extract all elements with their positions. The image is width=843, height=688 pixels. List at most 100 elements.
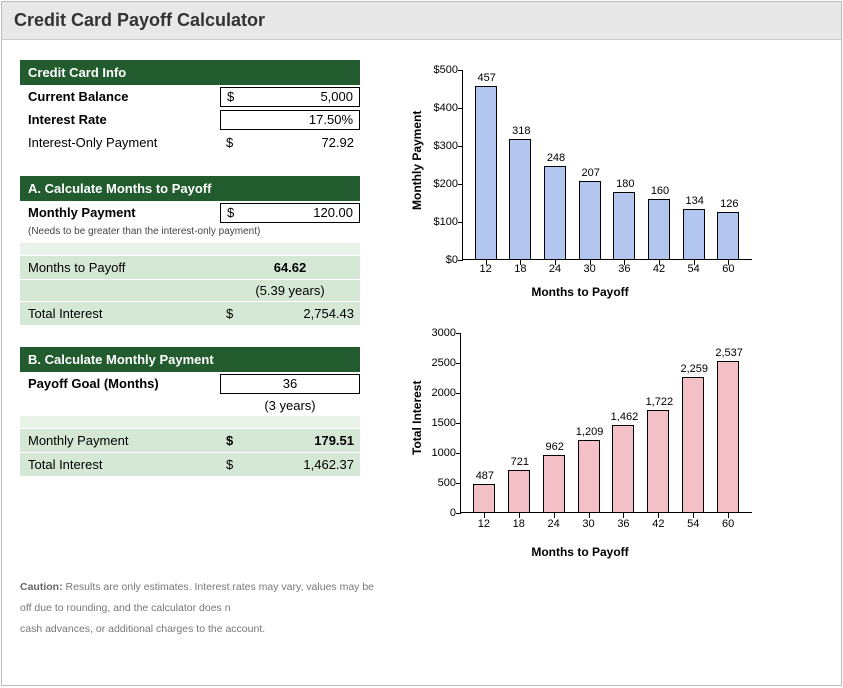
- b-payment-label: Monthly Payment: [20, 429, 220, 452]
- bar: [682, 377, 704, 513]
- ytick: $100: [428, 216, 458, 228]
- row-b-goal: Payoff Goal (Months) 36: [20, 372, 360, 395]
- row-b-years: (3 years): [20, 395, 360, 416]
- xtick: 36: [613, 518, 633, 530]
- bar: [648, 199, 670, 260]
- xtick: 30: [579, 518, 599, 530]
- bar-label: 1,722: [643, 396, 675, 408]
- a-months-label: Months to Payoff: [20, 256, 220, 279]
- chart0-ylabel: Monthly Payment: [410, 111, 424, 210]
- ytick: $300: [428, 140, 458, 152]
- bar-label: 721: [504, 456, 536, 468]
- bar-label: 207: [575, 167, 607, 179]
- xtick: 60: [718, 518, 738, 530]
- bar: [612, 425, 634, 513]
- row-b-payment: Monthly Payment $ 179.51: [20, 428, 360, 452]
- page-title: Credit Card Payoff Calculator: [14, 10, 829, 31]
- title-bar: Credit Card Payoff Calculator: [2, 2, 841, 40]
- bar-label: 457: [471, 72, 503, 84]
- bar-label: 248: [540, 152, 572, 164]
- bar: [543, 455, 565, 513]
- a-months-value: 64.62: [220, 257, 360, 278]
- balance-input[interactable]: $ 5,000: [220, 87, 360, 107]
- bar: [613, 192, 635, 260]
- bar-label: 318: [505, 125, 537, 137]
- bar: [579, 181, 601, 260]
- bar: [509, 139, 531, 260]
- ytick: 1500: [428, 417, 456, 429]
- b-years-value: (3 years): [220, 395, 360, 416]
- row-a-payment: Monthly Payment $ 120.00: [20, 201, 360, 224]
- row-a-years: (5.39 years): [20, 279, 360, 301]
- bar: [717, 212, 739, 260]
- chart0-xlabel: Months to Payoff: [430, 285, 730, 299]
- row-intonly: Interest-Only Payment $ 72.92: [20, 131, 360, 154]
- intonly-value: $ 72.92: [220, 132, 360, 153]
- ytick: $400: [428, 102, 458, 114]
- total-interest-chart: Total Interest Months to Payoff 0 500 1000…: [390, 325, 770, 565]
- bar: [683, 209, 705, 260]
- chart1-ylabel: Total Interest: [410, 381, 424, 455]
- chart0-plot: [462, 70, 752, 260]
- a-interest-value: $ 2,754.43: [220, 303, 360, 324]
- section-b: B. Calculate Monthly Payment Payoff Goal…: [20, 347, 360, 476]
- row-balance: Current Balance $ 5,000: [20, 85, 360, 108]
- xtick: 18: [509, 518, 529, 530]
- xtick: 42: [648, 518, 668, 530]
- ytick: $0: [428, 254, 458, 266]
- xtick: 54: [683, 518, 703, 530]
- section-info: Credit Card Info Current Balance $ 5,000…: [20, 60, 360, 154]
- rate-label: Interest Rate: [20, 108, 220, 131]
- bar: [544, 166, 566, 260]
- charts-panel: Monthly Payment Months to Payoff $0 $100 $…: [390, 60, 770, 565]
- monthly-payment-chart: Monthly Payment Months to Payoff $0 $100 $…: [390, 60, 770, 305]
- a-payment-label: Monthly Payment: [20, 201, 220, 224]
- ytick: 0: [428, 507, 456, 519]
- bar-label: 2,537: [713, 347, 745, 359]
- a-payment-input[interactable]: $ 120.00: [220, 203, 360, 223]
- bar-label: 2,259: [678, 363, 710, 375]
- row-b-interest: Total Interest $ 1,462.37: [20, 452, 360, 476]
- ytick: 500: [428, 477, 456, 489]
- b-goal-input[interactable]: 36: [220, 374, 360, 394]
- info-header: Credit Card Info: [20, 60, 360, 85]
- bar-label: 180: [609, 178, 641, 190]
- bar: [647, 410, 669, 513]
- section-a: A. Calculate Months to Payoff Monthly Pa…: [20, 176, 360, 325]
- bar: [578, 440, 600, 513]
- bar-label: 1,462: [608, 411, 640, 423]
- bar-label: 134: [679, 195, 711, 207]
- bar-label: 962: [539, 441, 571, 453]
- bar: [473, 484, 495, 513]
- ytick: 1000: [428, 447, 456, 459]
- b-interest-value: $ 1,462.37: [220, 454, 360, 475]
- b-interest-label: Total Interest: [20, 453, 220, 476]
- bar: [717, 361, 739, 513]
- a-hint: (Needs to be greater than the interest-o…: [20, 224, 360, 243]
- bar-label: 126: [713, 198, 745, 210]
- rate-input[interactable]: 17.50%: [220, 110, 360, 130]
- bar-label: 487: [469, 470, 501, 482]
- xtick: 24: [544, 518, 564, 530]
- balance-label: Current Balance: [20, 85, 220, 108]
- bar-label: 1,209: [574, 426, 606, 438]
- chart1-xlabel: Months to Payoff: [430, 545, 730, 559]
- ytick: 2500: [428, 357, 456, 369]
- b-payment-value: $ 179.51: [220, 430, 360, 451]
- caution-note: Caution: Results are only estimates. Int…: [2, 571, 841, 646]
- bar: [508, 470, 530, 513]
- ytick: 3000: [428, 327, 456, 339]
- intonly-label: Interest-Only Payment: [20, 131, 220, 154]
- a-interest-label: Total Interest: [20, 302, 220, 325]
- bar-label: 160: [644, 185, 676, 197]
- bar: [475, 86, 497, 260]
- row-a-interest: Total Interest $ 2,754.43: [20, 301, 360, 325]
- ytick: 2000: [428, 387, 456, 399]
- ytick: $500: [428, 64, 458, 76]
- chart1-plot: [460, 333, 752, 513]
- a-years-value: (5.39 years): [220, 280, 360, 301]
- row-a-months: Months to Payoff 64.62: [20, 255, 360, 279]
- b-goal-label: Payoff Goal (Months): [20, 372, 220, 395]
- ytick: $200: [428, 178, 458, 190]
- left-panel: Credit Card Info Current Balance $ 5,000…: [20, 60, 360, 565]
